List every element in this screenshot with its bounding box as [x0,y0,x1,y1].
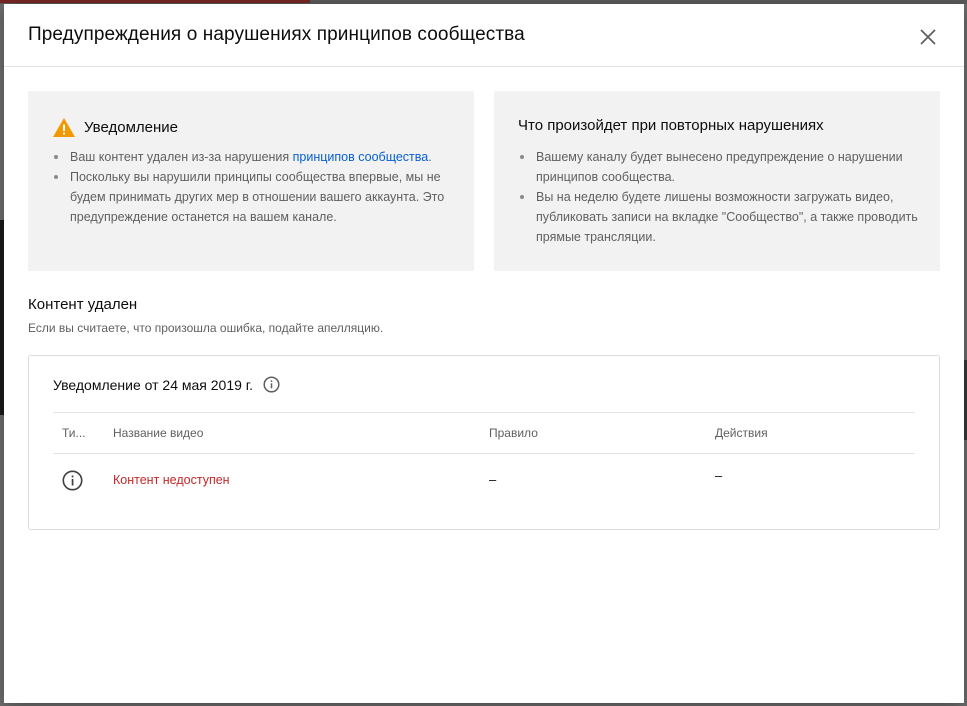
strikes-dialog: Предупреждения о нарушениях принципов со… [4,4,964,703]
info-icon [62,470,83,491]
community-guidelines-link[interactable]: принципов сообщества [293,150,429,164]
notice-date-title: Уведомление от 24 мая 2019 г. [53,376,254,393]
action-value: – [715,468,723,483]
repeat-violations-card: Что произойдет при повторных нарушениях … [494,91,940,271]
column-header-rule: Правило [489,426,538,440]
notice-table-heading: Уведомление от 24 мая 2019 г. [53,376,280,393]
background-accent [0,0,310,3]
notice-card: Уведомление Ваш контент удален из-за нар… [28,91,474,271]
column-header-video-title: Название видео [113,426,204,440]
notice-item-text: Ваш контент удален из-за нарушения [70,150,293,164]
close-button[interactable] [912,21,944,53]
content-removed-subtitle: Если вы считаете, что произошла ошибка, … [28,321,384,335]
column-header-type: Ти... [62,426,86,440]
notice-table-box: Уведомление от 24 мая 2019 г. Ти... Назв… [28,355,940,530]
video-title-link[interactable]: Контент недоступен [113,473,230,487]
column-header-actions: Действия [715,426,768,440]
close-icon [920,29,936,45]
dialog-header: Предупреждения о нарушениях принципов со… [4,4,964,67]
notice-card-heading: Уведомление [52,117,178,138]
notice-item-text-end: . [428,150,432,164]
list-item: Вы на неделю будете лишены возможности з… [518,187,920,247]
dialog-title: Предупреждения о нарушениях принципов со… [28,24,525,45]
notice-card-title: Уведомление [84,119,179,136]
list-item: Вашему каналу будет вынесено предупрежде… [518,147,920,187]
content-removed-title: Контент удален [28,296,138,313]
info-icon[interactable] [263,376,280,393]
warning-icon [52,117,76,138]
table-divider [53,453,915,454]
repeat-card-list: Вашему каналу будет вынесено предупрежде… [518,147,920,247]
repeat-card-heading: Что произойдет при повторных нарушениях [518,117,824,134]
rule-value: – [489,472,497,487]
table-divider [53,412,915,413]
list-item: Ваш контент удален из-за нарушения принц… [52,147,454,167]
notice-card-list: Ваш контент удален из-за нарушения принц… [52,147,454,227]
list-item: Поскольку вы нарушили принципы сообществ… [52,167,454,227]
